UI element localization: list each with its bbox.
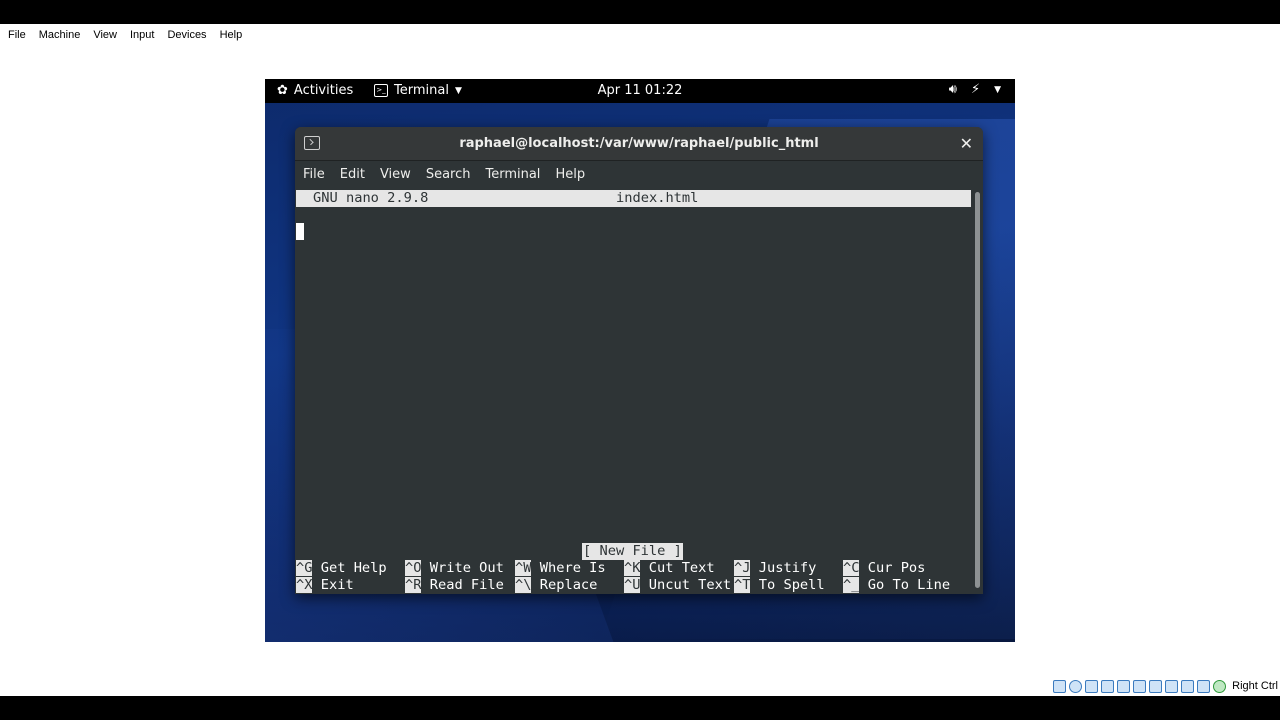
video-capture-icon[interactable]: [1165, 679, 1179, 693]
shortcut-read-file: ^R Read File: [405, 577, 504, 593]
host-status-icons: Right Ctrl: [1053, 676, 1280, 696]
gnome-top-bar: ✿ Activities >_ Terminal ▼ Apr 11 01:22 …: [265, 79, 1015, 103]
shortcut-exit: ^X Exit: [296, 577, 354, 593]
host-menu-view[interactable]: View: [93, 29, 117, 41]
green-indicator-icon[interactable]: [1213, 679, 1227, 693]
host-key-label: Right Ctrl: [1232, 680, 1278, 692]
gnome-foot-icon: ✿: [277, 83, 288, 98]
keyboard-icon[interactable]: [1181, 679, 1195, 693]
app-menu-button[interactable]: >_ Terminal ▼: [374, 83, 462, 98]
audio-icon[interactable]: [1085, 679, 1099, 693]
app-menu-label: Terminal: [394, 83, 449, 98]
network-icon[interactable]: [1101, 679, 1115, 693]
dropdown-arrow-icon: ▼: [994, 84, 1001, 95]
usb-icon[interactable]: [1117, 679, 1131, 693]
scrollbar-thumb[interactable]: [975, 192, 980, 588]
nano-version: GNU nano 2.9.8: [313, 190, 429, 206]
nano-status-message: [ New File ]: [582, 543, 683, 560]
terminal-title: raphael@localhost:/var/www/raphael/publi…: [459, 136, 819, 151]
nano-filename: index.html: [616, 190, 699, 206]
shortcut-cut-text: ^K Cut Text: [624, 560, 715, 576]
shortcut-get-help: ^G Get Help: [296, 560, 387, 576]
host-menu-help[interactable]: Help: [220, 29, 243, 41]
terminal-menu-view[interactable]: View: [380, 167, 411, 182]
terminal-titlebar[interactable]: raphael@localhost:/var/www/raphael/publi…: [295, 127, 983, 161]
host-menu-machine[interactable]: Machine: [39, 29, 81, 41]
terminal-app-icon: >_: [374, 84, 388, 97]
mouse-integration-icon[interactable]: [1197, 679, 1211, 693]
host-menu-file[interactable]: File: [8, 29, 26, 41]
hard-disk-icon[interactable]: [1053, 679, 1067, 693]
terminal-content[interactable]: GNU nano 2.9.8 index.html [ New File ] ^…: [295, 188, 972, 594]
display-icon[interactable]: [1149, 679, 1163, 693]
guest-display[interactable]: ✿ Activities >_ Terminal ▼ Apr 11 01:22 …: [265, 79, 1015, 642]
activities-label: Activities: [293, 83, 354, 98]
clock[interactable]: Apr 11 01:22: [598, 83, 683, 98]
nano-shortcuts-row-2: ^X Exit ^R Read File ^\ Replace ^U Uncut…: [296, 577, 950, 594]
shortcut-justify: ^J Justify: [734, 560, 817, 576]
terminal-menu-terminal[interactable]: Terminal: [485, 167, 540, 182]
terminal-menubar: File Edit View Search Terminal Help: [295, 161, 983, 188]
terminal-menu-edit[interactable]: Edit: [340, 167, 365, 182]
shortcut-write-out: ^O Write Out: [405, 560, 504, 576]
shortcut-replace: ^\ Replace: [515, 577, 598, 593]
close-icon[interactable]: ✕: [960, 134, 973, 153]
host-menu-devices[interactable]: Devices: [167, 29, 206, 41]
terminal-scrollbar[interactable]: [972, 188, 983, 594]
nano-title-bar: GNU nano 2.9.8 index.html: [296, 190, 971, 207]
shared-folders-icon[interactable]: [1133, 679, 1147, 693]
text-cursor: [296, 223, 304, 240]
terminal-window: raphael@localhost:/var/www/raphael/publi…: [295, 127, 983, 594]
terminal-menu-search[interactable]: Search: [426, 167, 471, 182]
optical-drive-icon[interactable]: [1069, 679, 1083, 693]
shortcut-uncut-text: ^U Uncut Text: [624, 577, 732, 593]
terminal-menu-file[interactable]: File: [303, 167, 325, 182]
system-tray[interactable]: 🔊︎ ⚡︎ ▼: [949, 82, 1001, 97]
nano-shortcuts-row-1: ^G Get Help ^O Write Out ^W Where Is ^K …: [296, 560, 925, 577]
shortcut-cur-pos: ^C Cur Pos: [843, 560, 926, 576]
host-menu-input[interactable]: Input: [130, 29, 154, 41]
activities-button[interactable]: ✿ Activities: [277, 83, 353, 98]
shortcut-go-to-line: ^_ Go To Line: [843, 577, 951, 593]
host-menubar: File Machine View Input Devices Help: [0, 24, 1280, 45]
chevron-down-icon: ▼: [454, 85, 462, 96]
volume-icon: 🔊︎: [948, 82, 957, 97]
terminal-menu-help[interactable]: Help: [555, 167, 585, 182]
shortcut-to-spell: ^T To Spell: [734, 577, 825, 593]
shortcut-where-is: ^W Where Is: [515, 560, 606, 576]
power-icon: ⚡︎: [970, 82, 981, 97]
